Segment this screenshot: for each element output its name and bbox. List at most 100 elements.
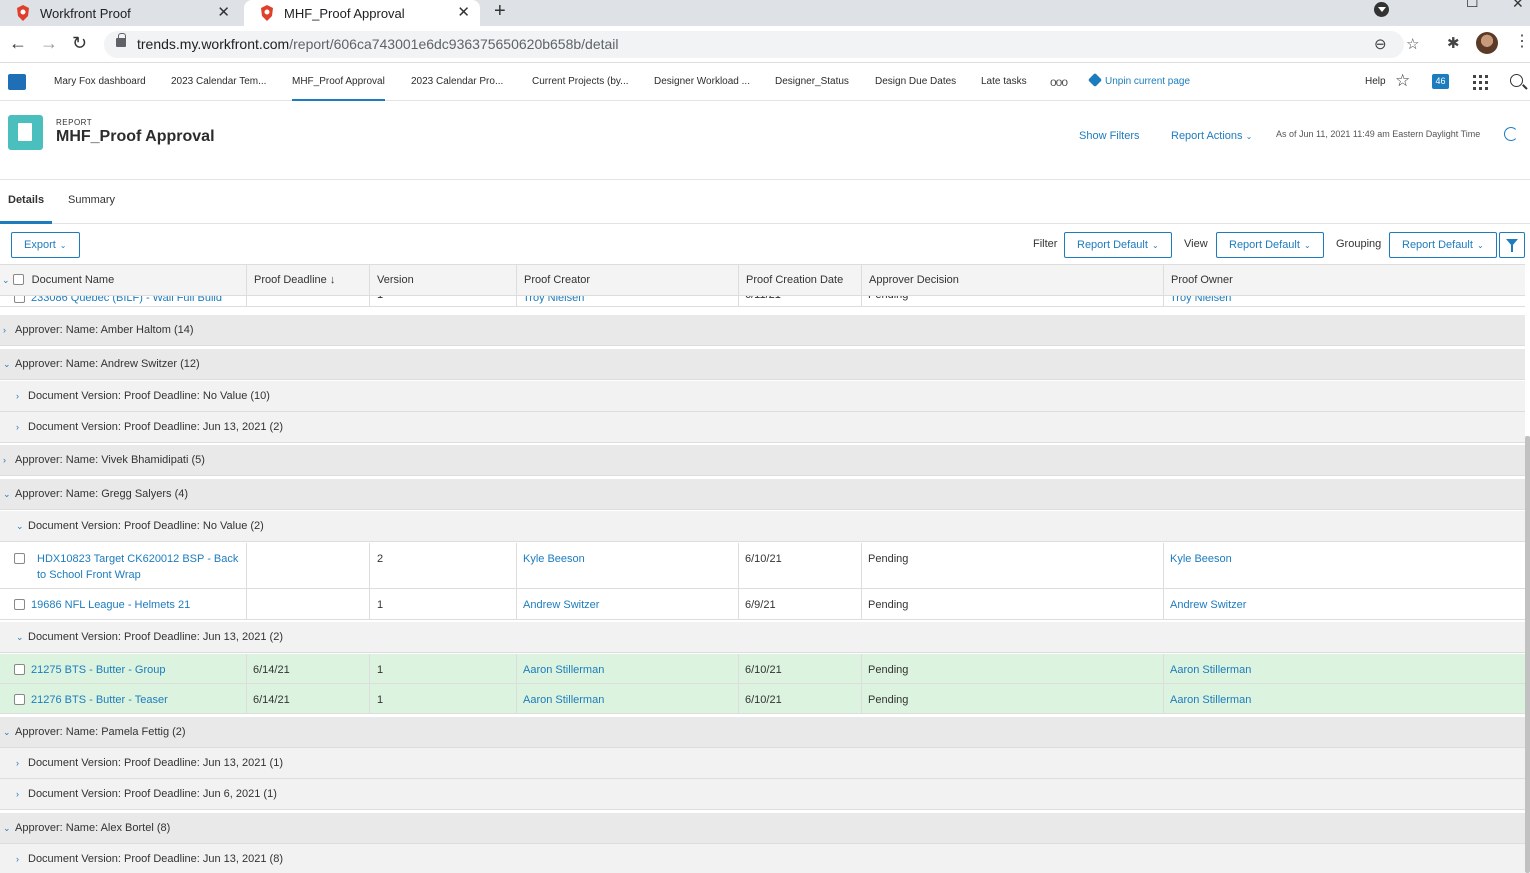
document-name-cell[interactable]: 21275 BTS - Butter - Group [0,654,247,683]
nav-tab-mary-fox-dashboard[interactable]: Mary Fox dashboard [54,63,146,101]
group-row-approver[interactable]: ⌄ Approver: Name: Alex Bortel (8) [0,813,1525,844]
chevron-down-icon[interactable]: ⌄ [3,349,11,380]
document-name-cell[interactable]: HDX10823 Target CK620012 BSP - Back to S… [0,543,247,588]
nav-tab-calendar-projects[interactable]: 2023 Calendar Pro... [411,63,503,101]
subgroup-row-version[interactable]: › Document Version: Proof Deadline: Jun … [0,412,1525,443]
row-checkbox[interactable] [14,296,25,303]
proof-owner-cell[interactable]: Aaron Stillerman [1164,684,1525,713]
view-dropdown[interactable]: Report Default ⌄ [1216,232,1324,258]
column-proof-creation-date[interactable]: Proof Creation Date [739,265,862,296]
document-name-cell[interactable]: 233086 Quebec (BILF) - Wall Full Build [0,296,247,306]
column-approver-decision[interactable]: Approver Decision [862,265,1164,296]
workfront-logo-icon[interactable] [8,74,26,90]
select-all-checkbox[interactable] [12,274,24,285]
nav-tab-design-due-dates[interactable]: Design Due Dates [875,63,956,101]
column-document-name[interactable]: ⌄ Document Name [0,265,247,296]
chevron-down-icon[interactable]: ⌄ [16,622,24,653]
bookmark-star-icon[interactable]: ☆ [1406,35,1419,53]
favorites-star-icon[interactable]: ☆ [1395,71,1410,91]
new-tab-icon[interactable]: + [494,0,506,22]
apps-grid-icon[interactable] [1473,75,1488,90]
refresh-icon[interactable] [1504,127,1518,141]
report-actions-dropdown[interactable]: Report Actions ⌄ [1171,130,1252,142]
column-proof-owner[interactable]: Proof Owner [1164,265,1525,296]
profile-avatar[interactable] [1476,32,1498,54]
show-filters-link[interactable]: Show Filters [1079,130,1140,142]
tab-details[interactable]: Details [0,180,53,224]
chevron-right-icon[interactable]: › [16,844,19,873]
chevron-right-icon[interactable]: › [3,315,6,346]
browser-menu-icon[interactable]: ⋮ [1514,31,1530,51]
browser-tab-workfront-proof[interactable]: Workfront Proof ✕ [0,0,240,26]
proof-creator-cell[interactable]: Kyle Beeson [517,543,739,588]
group-row-approver[interactable]: ⌄ Approver: Name: Pamela Fettig (2) [0,717,1525,748]
document-name-cell[interactable]: 19686 NFL League - Helmets 21 [0,589,247,619]
reload-icon[interactable]: ↻ [72,33,87,54]
column-proof-deadline[interactable]: Proof Deadline ↓ [247,265,370,296]
tab-summary[interactable]: Summary [68,180,115,224]
proof-creator-cell[interactable]: Aaron Stillerman [517,654,739,683]
table-row[interactable]: 21276 BTS - Butter - Teaser 6/14/21 1 Aa… [0,684,1525,714]
document-name-cell[interactable]: 21276 BTS - Butter - Teaser [0,684,247,713]
vertical-scrollbar[interactable] [1525,436,1530,873]
maximize-icon[interactable]: ☐ [1466,0,1479,11]
chevron-down-icon[interactable]: ⌄ [3,813,11,844]
nav-tab-late-tasks[interactable]: Late tasks [981,63,1027,101]
forward-icon[interactable]: → [40,33,58,54]
url-field[interactable]: trends.my.workfront.com/report/606ca7430… [104,31,1419,58]
document-link[interactable]: HDX10823 Target CK620012 BSP - Back to S… [37,551,239,588]
nav-tab-proof-approval[interactable]: MHF_Proof Approval [292,63,385,101]
chevron-down-icon[interactable]: ⌄ [2,275,10,285]
proof-owner-cell[interactable]: Andrew Switzer [1164,589,1525,619]
more-tabs-icon[interactable]: ooo [1050,63,1068,101]
proof-creator-cell[interactable]: Troy Nielsen [517,296,739,306]
document-link[interactable]: 233086 Quebec (BILF) - Wall Full Build [31,296,222,304]
nav-tab-current-projects[interactable]: Current Projects (by... [532,63,629,101]
extensions-icon[interactable]: ✱ [1447,34,1460,52]
group-row-approver[interactable]: › Approver: Name: Vivek Bhamidipati (5) [0,445,1525,476]
group-row-approver[interactable]: ⌄ Approver: Name: Andrew Switzer (12) [0,349,1525,380]
subgroup-row-version[interactable]: › Document Version: Proof Deadline: Jun … [0,844,1525,873]
chevron-right-icon[interactable]: › [3,445,6,476]
notifications-badge[interactable]: 46 [1432,74,1449,89]
subgroup-row-version[interactable]: ⌄ Document Version: Proof Deadline: No V… [0,511,1525,542]
row-checkbox[interactable] [14,599,25,610]
chevron-down-icon[interactable]: ⌄ [3,479,11,510]
chevron-right-icon[interactable]: › [16,412,19,443]
table-row[interactable]: 21275 BTS - Butter - Group 6/14/21 1 Aar… [0,654,1525,684]
nav-tab-designer-workload[interactable]: Designer Workload ... [654,63,750,101]
chevron-right-icon[interactable]: › [16,381,19,412]
nav-tab-calendar-template[interactable]: 2023 Calendar Tem... [171,63,266,101]
row-checkbox[interactable] [14,553,25,564]
filter-dropdown[interactable]: Report Default ⌄ [1064,232,1172,258]
export-button[interactable]: Export ⌄ [11,232,80,258]
proof-owner-cell[interactable]: Aaron Stillerman [1164,654,1525,683]
proof-owner-cell[interactable]: Troy Nielsen [1164,296,1525,306]
filter-funnel-icon[interactable] [1499,232,1525,258]
chevron-right-icon[interactable]: › [16,779,19,810]
document-link[interactable]: 19686 NFL League - Helmets 21 [31,599,190,611]
nav-tab-designer-status[interactable]: Designer_Status [775,63,849,101]
subgroup-row-version[interactable]: › Document Version: Proof Deadline: No V… [0,381,1525,412]
search-icon[interactable] [1510,74,1523,87]
chevron-down-icon[interactable]: ⌄ [3,717,11,748]
column-proof-creator[interactable]: Proof Creator [517,265,739,296]
table-row[interactable]: 19686 NFL League - Helmets 21 1 Andrew S… [0,589,1525,620]
unpin-page-link[interactable]: Unpin current page [1087,63,1190,101]
grouping-dropdown[interactable]: Report Default ⌄ [1389,232,1497,258]
table-row[interactable]: 233086 Quebec (BILF) - Wall Full Build 1… [0,296,1525,307]
row-checkbox[interactable] [14,694,25,705]
document-link[interactable]: 21276 BTS - Butter - Teaser [31,694,168,706]
window-close-icon[interactable]: ✕ [1512,0,1524,12]
column-version[interactable]: Version [370,265,517,296]
table-row[interactable]: HDX10823 Target CK620012 BSP - Back to S… [0,543,1525,589]
document-link[interactable]: 21275 BTS - Butter - Group [31,664,166,676]
proof-creator-cell[interactable]: Aaron Stillerman [517,684,739,713]
proof-creator-cell[interactable]: Andrew Switzer [517,589,739,619]
row-checkbox[interactable] [14,664,25,675]
back-icon[interactable]: ← [9,33,27,54]
subgroup-row-version[interactable]: › Document Version: Proof Deadline: Jun … [0,779,1525,810]
group-row-approver[interactable]: › Approver: Name: Amber Haltom (14) [0,315,1525,346]
group-row-approver[interactable]: ⌄ Approver: Name: Gregg Salyers (4) [0,479,1525,510]
chevron-down-icon[interactable]: ⌄ [16,511,24,542]
